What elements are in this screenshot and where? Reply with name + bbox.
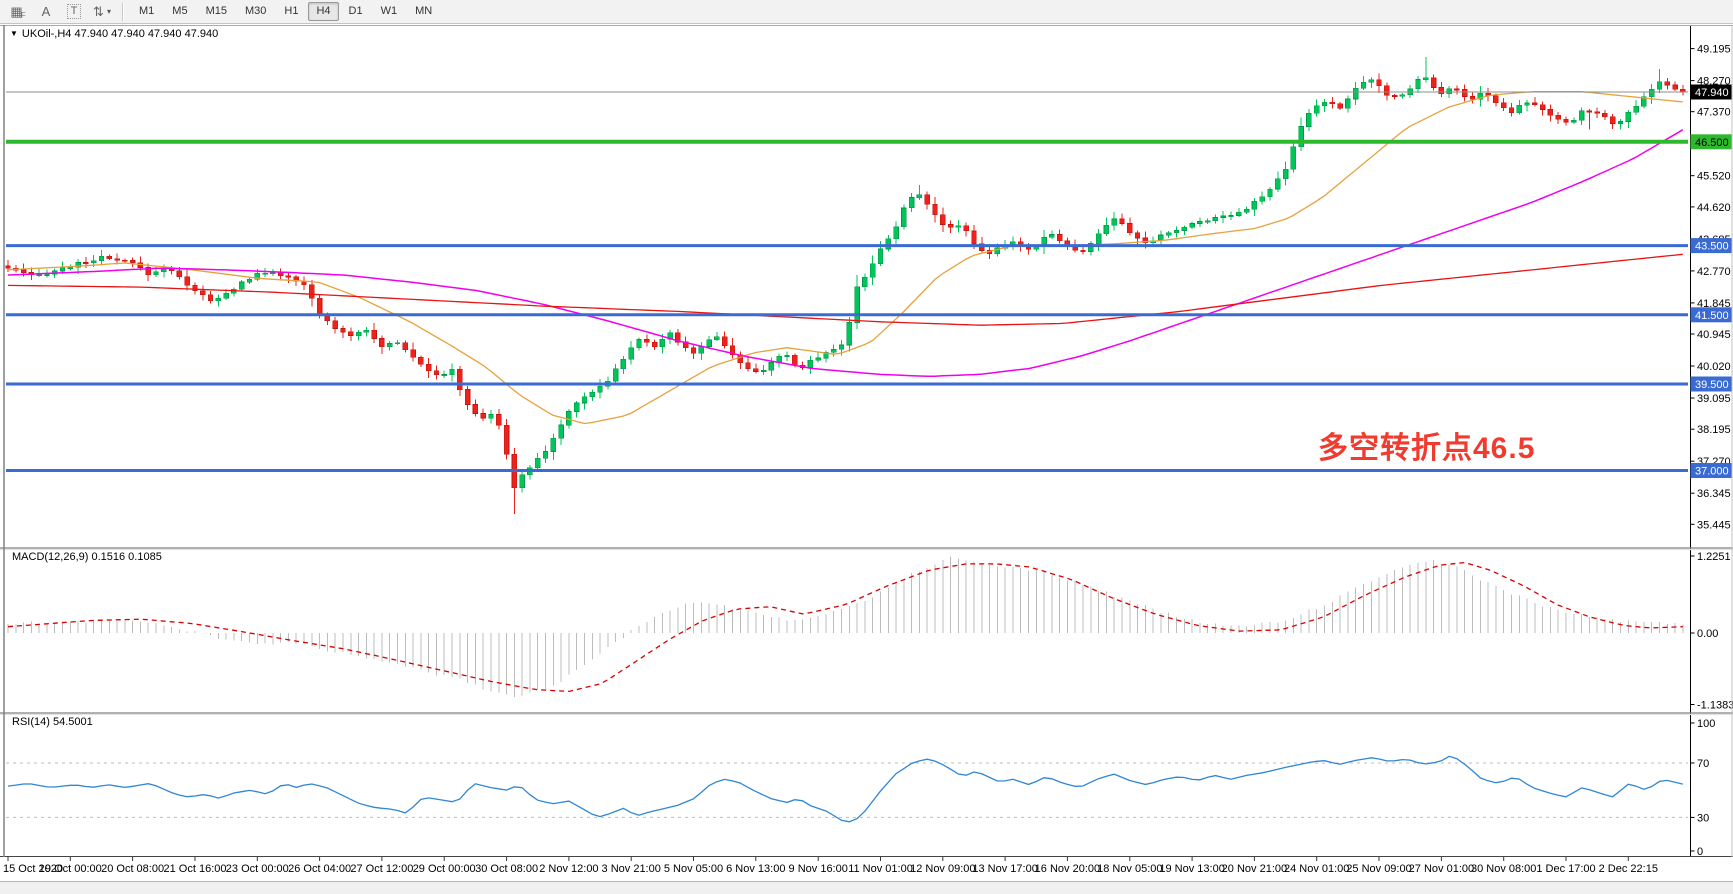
rsi-axis-label: 70 [1697, 758, 1709, 770]
time-axis-label: 20 Nov 21:00 [1222, 863, 1287, 875]
time-axis-label: 25 Nov 09:00 [1346, 863, 1411, 875]
price-axis-label: 40.020 [1697, 361, 1731, 373]
time-axis-label: 3 Nov 21:00 [602, 863, 661, 875]
price-axis-label: 40.945 [1697, 329, 1731, 341]
time-axis-label: 21 Oct 16:00 [164, 863, 227, 875]
price-tag-39.500: 39.500 [1695, 379, 1729, 391]
price-axis[interactable]: 49.19548.27047.37045.52044.62043.68542.7… [1691, 25, 1733, 858]
time-axis-label: 20 Oct 08:00 [101, 863, 164, 875]
time-axis-label: 13 Nov 17:00 [972, 863, 1037, 875]
time-axis-label: 9 Nov 16:00 [789, 863, 848, 875]
macd-axis-label: 0.00 [1697, 628, 1718, 640]
time-axis-label: 6 Nov 13:00 [726, 863, 785, 875]
price-tag-43.500: 43.500 [1695, 241, 1729, 253]
collapse-icon[interactable]: ▼ [10, 29, 18, 38]
time-axis-label: 24 Nov 01:00 [1284, 863, 1349, 875]
macd-axis-label: 1.2251 [1697, 551, 1731, 563]
rsi-axis-label: 30 [1697, 812, 1709, 824]
time-axis-label: 30 Oct 08:00 [475, 863, 538, 875]
time-axis-label: 2 Dec 22:15 [1599, 863, 1658, 875]
time-axis-label: 26 Oct 04:00 [288, 863, 351, 875]
time-axis-label: 30 Nov 08:00 [1471, 863, 1536, 875]
time-axis-label: 19 Nov 13:00 [1159, 863, 1224, 875]
time-axis-label: 23 Oct 00:00 [226, 863, 289, 875]
price-axis-label: 45.520 [1697, 171, 1731, 183]
time-axis-label: 27 Nov 01:00 [1409, 863, 1474, 875]
price-tag-47.940: 47.940 [1695, 87, 1729, 99]
price-axis-label: 44.620 [1697, 202, 1731, 214]
rsi-line [8, 756, 1683, 822]
time-axis-label: 11 Nov 01:00 [848, 863, 913, 875]
price-axis-label: 38.195 [1697, 424, 1731, 436]
time-axis[interactable]: 15 Oct 202019 Oct 00:0020 Oct 08:0021 Oc… [3, 857, 1658, 875]
price-axis-label: 42.770 [1697, 266, 1731, 278]
price-axis-label: 36.345 [1697, 488, 1731, 500]
macd-label: MACD(12,26,9) 0.1516 0.1085 [12, 551, 162, 563]
price-tag-41.500: 41.500 [1695, 310, 1729, 322]
time-axis-label: 12 Nov 09:00 [910, 863, 975, 875]
rsi-panel[interactable] [6, 756, 1688, 822]
price-axis-label: 35.445 [1697, 519, 1731, 531]
price-axis-label: 47.370 [1697, 107, 1731, 119]
macd-signal-line [8, 563, 1683, 692]
price-tag-37.000: 37.000 [1695, 466, 1729, 478]
symbol-ohlc-line: ▼ UKOil-,H4 47.940 47.940 47.940 47.940 [10, 28, 218, 40]
price-axis-label: 49.195 [1697, 44, 1731, 56]
price-tag-46.500: 46.500 [1695, 137, 1729, 149]
time-axis-label: 27 Oct 12:00 [350, 863, 413, 875]
time-axis-label: 16 Nov 20:00 [1035, 863, 1100, 875]
time-axis-label: 2 Nov 12:00 [539, 863, 598, 875]
chart-annotation-text[interactable]: 多空转折点46.5 [1318, 423, 1535, 467]
symbol-ohlc-text: UKOil-,H4 47.940 47.940 47.940 47.940 [22, 28, 218, 40]
time-axis-label: 29 Oct 00:00 [413, 863, 476, 875]
rsi-axis-label: 100 [1697, 718, 1715, 730]
price-axis-label: 39.095 [1697, 393, 1731, 405]
time-axis-label: 19 Oct 00:00 [39, 863, 102, 875]
macd-panel[interactable] [8, 556, 1683, 697]
rsi-label: RSI(14) 54.5001 [12, 716, 93, 728]
macd-axis-label: -1.1383 [1697, 700, 1733, 712]
time-axis-label: 18 Nov 05:00 [1097, 863, 1162, 875]
ma-mid-magenta [8, 130, 1683, 377]
bottom-strip [0, 881, 1733, 894]
time-axis-label: 5 Nov 05:00 [664, 863, 723, 875]
macd-histogram [8, 556, 1683, 697]
time-axis-label: 1 Dec 17:00 [1536, 863, 1595, 875]
